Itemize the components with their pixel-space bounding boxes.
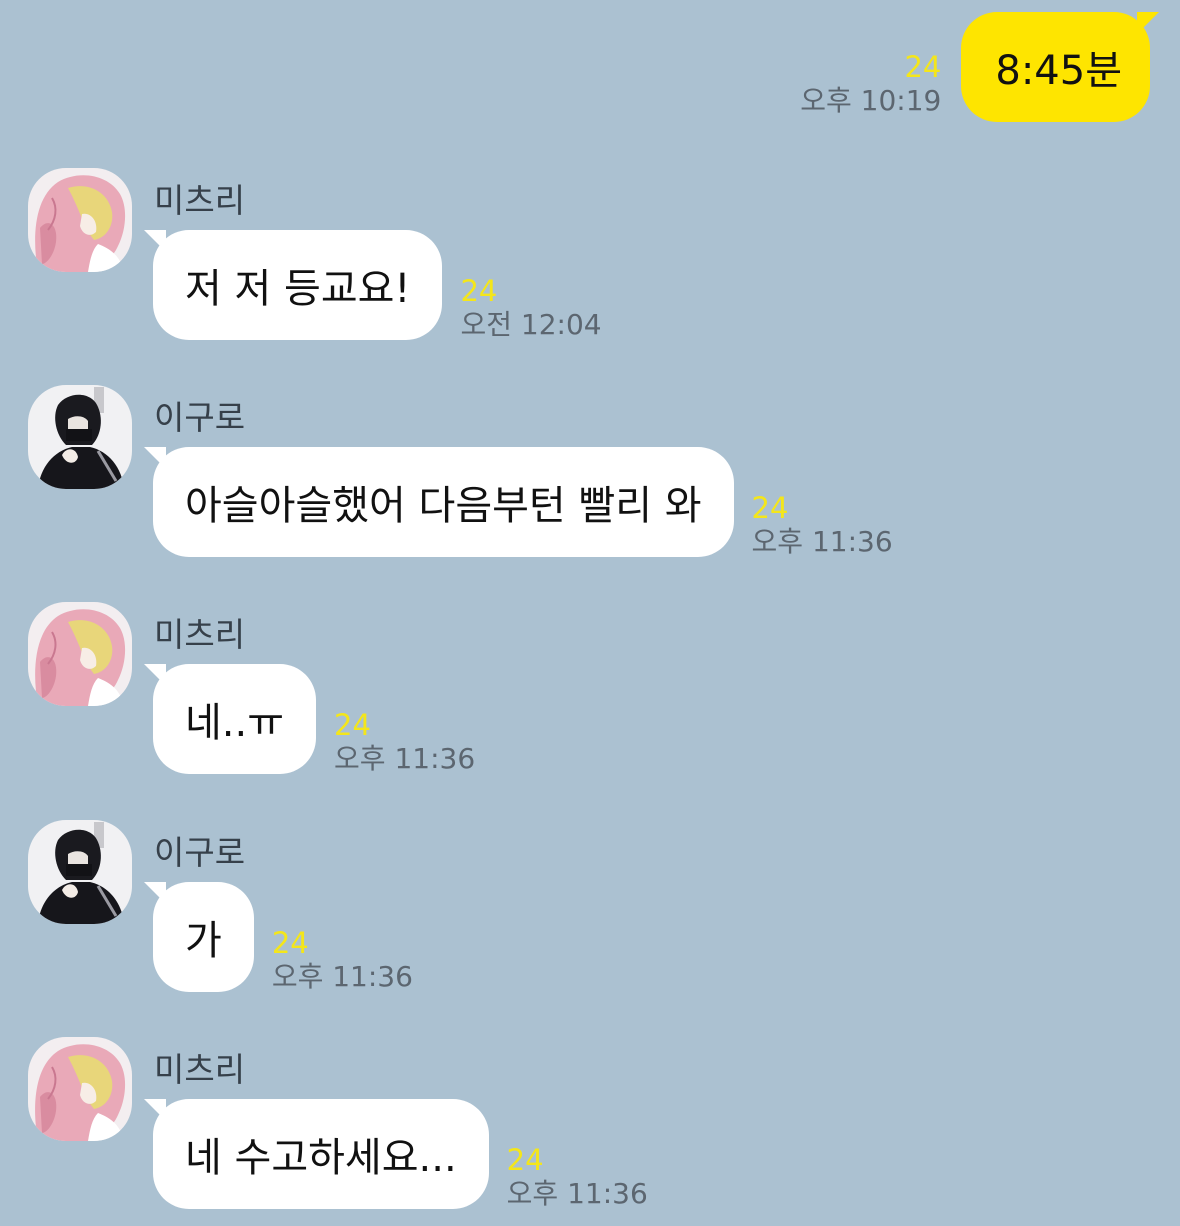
- unread-count: 24: [506, 1143, 544, 1177]
- unread-count: 24: [271, 926, 309, 960]
- sender-name[interactable]: 이구로: [154, 391, 245, 439]
- sender-name[interactable]: 이구로: [154, 826, 245, 874]
- unread-count: 24: [460, 274, 498, 308]
- unread-count: 24: [751, 491, 789, 525]
- sender-name[interactable]: 미츠리: [154, 608, 245, 656]
- message-time: 오전 12:04: [460, 308, 602, 341]
- incoming-bubble[interactable]: 저 저 등교요!: [143, 230, 443, 340]
- message-meta: 24 오후 10:19: [800, 50, 941, 118]
- pink-hair-avatar[interactable]: [28, 602, 132, 706]
- message-meta: 24 오후 11:36: [334, 708, 475, 776]
- message-time: 오후 11:36: [334, 742, 476, 775]
- incoming-bubble[interactable]: 네..ㅠ: [143, 664, 317, 774]
- message-time: 오후 11:36: [506, 1177, 648, 1210]
- outgoing-bubble[interactable]: 8:45분: [961, 12, 1159, 122]
- message-meta: 24 오후 11:36: [752, 491, 893, 559]
- message-time: 오후 11:36: [271, 960, 413, 993]
- unread-count: 24: [334, 708, 371, 742]
- pink-hair-avatar[interactable]: [28, 1037, 132, 1141]
- incoming-bubble[interactable]: 가: [144, 882, 254, 992]
- outgoing-message: 24 오후 10:19 8:45분: [800, 12, 1159, 122]
- message-time: 오후 11:36: [751, 525, 893, 558]
- message-time: 오후 10:19: [800, 84, 942, 117]
- dark-hair-avatar[interactable]: [28, 385, 132, 489]
- sender-name[interactable]: 미츠리: [154, 1043, 245, 1091]
- message-meta: 24 오후 11:36: [507, 1143, 648, 1211]
- incoming-bubble[interactable]: 네 수고하세요...: [144, 1099, 489, 1209]
- unread-count: 24: [904, 50, 942, 84]
- message-meta: 24 오후 11:36: [272, 926, 413, 994]
- chat-room: 24 오후 10:19 8:45분 미츠리 저 저 등교요! 24 오전 12:…: [0, 0, 1180, 1226]
- sender-name[interactable]: 미츠리: [154, 174, 245, 222]
- incoming-bubble[interactable]: 아슬아슬했어 다음부턴 빨리 와: [144, 447, 734, 557]
- message-meta: 24 오전 12:04: [460, 274, 601, 342]
- dark-hair-avatar[interactable]: [28, 820, 132, 924]
- pink-hair-avatar[interactable]: [28, 168, 132, 272]
